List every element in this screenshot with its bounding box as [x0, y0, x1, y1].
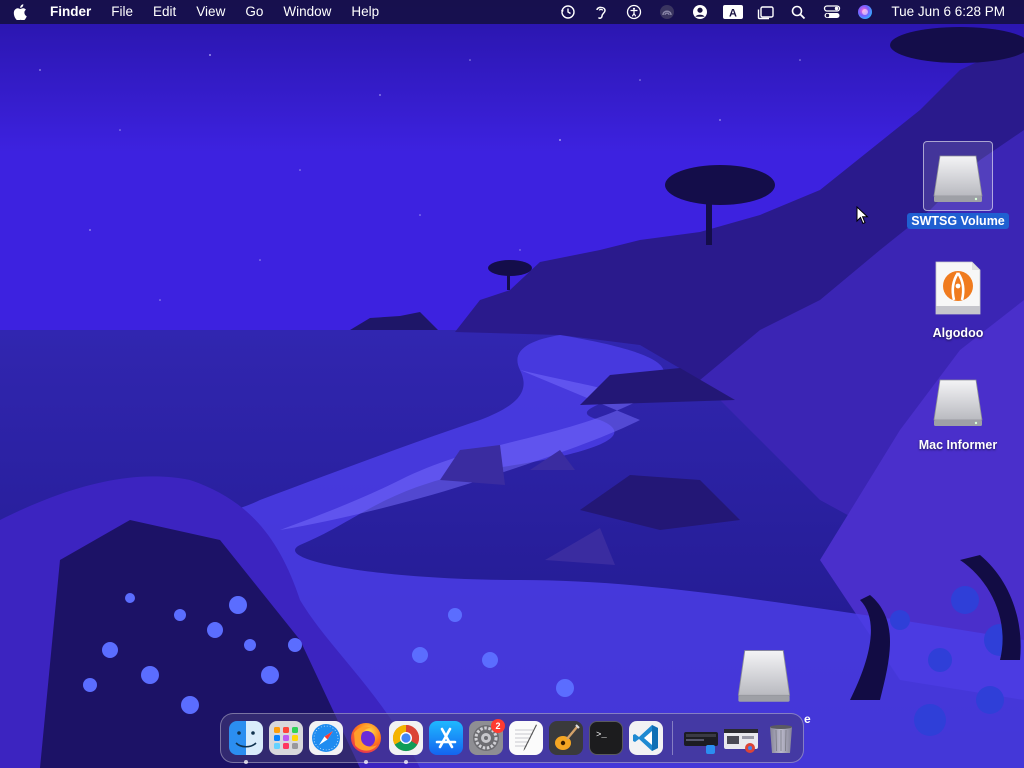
desktop-icon-partial-label: e [804, 712, 811, 726]
dock-app-garageband[interactable] [546, 718, 586, 758]
siri-icon[interactable] [848, 0, 881, 24]
notification-badge: 2 [491, 719, 505, 733]
desktop-icon-label: Algodoo [932, 326, 984, 340]
drive-icon [737, 650, 791, 702]
menu-go[interactable]: Go [235, 0, 273, 24]
dock-minimized-window-1[interactable] [681, 718, 721, 758]
dock-app-vscode[interactable] [626, 718, 666, 758]
menu-bar-clock[interactable]: Tue Jun 6 6:28 PM [881, 0, 1024, 24]
desktop-wallpaper [0, 0, 1024, 768]
dock-app-terminal[interactable]: >_ [586, 718, 626, 758]
running-indicator [404, 760, 408, 764]
dock-separator [672, 721, 673, 755]
stage-manager-icon[interactable] [749, 0, 782, 24]
desktop-icon-label: Mac Informer [918, 438, 998, 452]
dock-app-system-preferences[interactable]: 2 [466, 718, 506, 758]
dock-app-finder[interactable] [226, 718, 266, 764]
desktop-icon-algodoo[interactable]: Algodoo [903, 253, 1013, 341]
firefox-icon [349, 721, 383, 755]
textedit-icon [509, 721, 543, 755]
dock-app-safari[interactable] [306, 718, 346, 758]
window-thumbnail-icon [724, 721, 758, 755]
vscode-icon [629, 721, 663, 755]
input-source-label: A [729, 7, 737, 19]
dock-minimized-window-2[interactable] [721, 718, 761, 758]
running-indicator [364, 760, 368, 764]
menu-app-finder[interactable]: Finder [40, 0, 101, 24]
search-icon[interactable] [782, 0, 815, 24]
dock-trash[interactable] [761, 718, 801, 758]
chrome-icon [389, 721, 423, 755]
dock-app-chrome[interactable] [386, 718, 426, 764]
apple-menu-icon[interactable] [0, 0, 40, 24]
menu-file[interactable]: File [101, 0, 143, 24]
safari-icon [309, 721, 343, 755]
screen-mirroring-icon[interactable] [650, 0, 683, 24]
user-icon[interactable] [683, 0, 716, 24]
desktop-icon-swtsg-volume[interactable]: SWTSG Volume [903, 141, 1013, 229]
drive-icon [923, 365, 993, 435]
app-store-icon [429, 721, 463, 755]
menu-bar-left: Finder File Edit View Go Window Help [0, 0, 389, 24]
dock-app-app-store[interactable] [426, 718, 466, 758]
mouse-cursor-icon [856, 205, 869, 230]
dock-app-launchpad[interactable] [266, 718, 306, 758]
desktop-icon-label: SWTSG Volume [907, 213, 1009, 229]
dock: 2 >_ [220, 713, 804, 764]
menu-edit[interactable]: Edit [143, 0, 186, 24]
menu-help[interactable]: Help [341, 0, 389, 24]
terminal-prompt: >_ [596, 730, 607, 740]
finder-icon [229, 721, 263, 755]
terminal-icon: >_ [589, 721, 623, 755]
menu-bar-status-area: A Tue Jun 6 6:28 PM [551, 0, 1024, 24]
desktop-icon-partial-drive[interactable] [732, 642, 796, 711]
menu-window[interactable]: Window [273, 0, 341, 24]
window-thumbnail-icon [684, 721, 718, 755]
drive-icon [923, 141, 993, 211]
input-source-icon[interactable]: A [716, 0, 749, 24]
algodoo-app-icon [923, 253, 993, 323]
hearing-icon[interactable] [584, 0, 617, 24]
launchpad-icon [269, 721, 303, 755]
menu-view[interactable]: View [186, 0, 235, 24]
garageband-icon [549, 721, 583, 755]
running-indicator [244, 760, 248, 764]
trash-icon [764, 721, 798, 755]
dock-app-firefox[interactable] [346, 718, 386, 764]
accessibility-icon[interactable] [617, 0, 650, 24]
time-machine-icon[interactable] [551, 0, 584, 24]
desktop-icon-mac-informer[interactable]: Mac Informer [903, 365, 1013, 453]
menu-bar: Finder File Edit View Go Window Help A T… [0, 0, 1024, 24]
dock-app-textedit[interactable] [506, 718, 546, 758]
control-center-icon[interactable] [815, 0, 848, 24]
